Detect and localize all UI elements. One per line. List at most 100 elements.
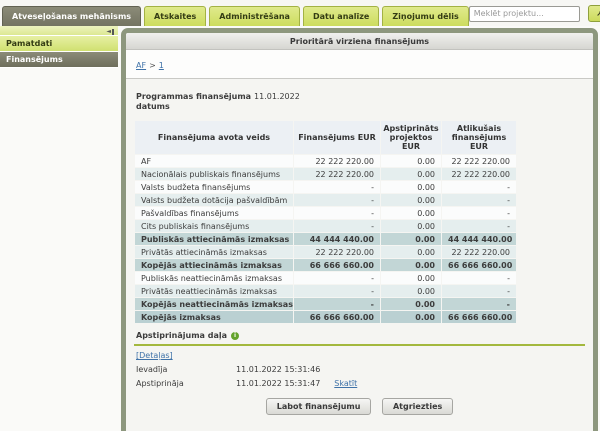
col-header-remaining: Atlikušais finansējums EUR xyxy=(442,121,516,154)
approved-by-row: Apstiprināja 11.01.2022 15:31:47 Skatīt xyxy=(136,379,585,388)
sidebar: ◄ Pamatdati Finansējums xyxy=(0,26,118,68)
table-row: Cits publiskais finansējums-0.00- xyxy=(135,220,516,232)
table-subtotal-row: Publiskās attiecināmās izmaksas 44 444 44… xyxy=(135,233,516,245)
cell-approved: 0.00 xyxy=(381,220,441,232)
table-row: Privātās attiecināmās izmaksas22 222 220… xyxy=(135,246,516,258)
topbar-right-group: Palīdzība (admin) xyxy=(469,5,600,26)
cell-financing: - xyxy=(294,194,380,206)
cell-financing: - xyxy=(294,220,380,232)
col-header-approved: Apstiprināts projektos EUR xyxy=(381,121,441,154)
sidebar-header: ◄ xyxy=(0,26,118,36)
row-label: AF xyxy=(135,155,293,167)
table-header-row: Finansējuma avota veids Finansējums EUR … xyxy=(135,121,516,154)
row-label: Privātās attiecināmās izmaksas xyxy=(135,246,293,258)
content-area: ◄ Pamatdati Finansējums Prioritārā virzi… xyxy=(0,26,600,431)
cell-remaining: - xyxy=(442,220,516,232)
cell-approved: 0.00 xyxy=(381,233,441,245)
edit-financing-button[interactable]: Labot finansējumu xyxy=(266,398,372,415)
row-label: Publiskās attiecināmās izmaksas xyxy=(135,233,293,245)
section-divider xyxy=(134,344,585,346)
table-row: Valsts budžeta finansējums-0.00- xyxy=(135,181,516,193)
row-label: Privātās neattiecināmās izmaksas xyxy=(135,285,293,297)
page-title: Prioritārā virziena finansējums xyxy=(126,33,593,50)
row-label: Kopējās neattiecināmās izmaksas xyxy=(135,298,293,310)
main-menu-tabs: Atveseļošanas mehānisms Atskaites Admini… xyxy=(2,6,469,26)
tab-zinojumu-delis[interactable]: Ziņojumu dēlis xyxy=(382,6,468,26)
row-label: Valsts budžeta dotācija pašvaldībām xyxy=(135,194,293,206)
approval-section-title: Apstiprinājuma daļa i xyxy=(136,331,585,340)
back-button[interactable]: Atgriezties xyxy=(382,398,453,415)
cell-remaining: 22 222 220.00 xyxy=(442,246,516,258)
col-header-source: Finansējuma avota veids xyxy=(135,121,293,154)
table-row: AF22 222 220.000.0022 222 220.00 xyxy=(135,155,516,167)
row-label: Valsts budžeta finansējums xyxy=(135,181,293,193)
breadcrumb-separator: > xyxy=(149,61,156,70)
financing-table: Finansējuma avota veids Finansējums EUR … xyxy=(134,120,517,324)
info-icon[interactable]: i xyxy=(231,332,239,340)
cell-financing: 22 222 220.00 xyxy=(294,168,380,180)
table-subtotal-row: Kopējās attiecināmās izmaksas66 666 660.… xyxy=(135,259,516,271)
col-header-financing: Finansējums EUR xyxy=(294,121,380,154)
program-date-row: Programmas finansējuma datums 11.01.2022 xyxy=(136,92,585,112)
cell-financing: - xyxy=(294,207,380,219)
tab-atveselosanas-mehanisms[interactable]: Atveseļošanas mehānisms xyxy=(2,6,141,26)
cell-approved: 0.00 xyxy=(381,272,441,284)
cell-financing: 22 222 220.00 xyxy=(294,155,380,167)
program-date-label: Programmas finansējuma datums xyxy=(136,92,254,112)
cell-financing: 22 222 220.00 xyxy=(294,246,380,258)
cell-financing: - xyxy=(294,181,380,193)
cell-approved: 0.00 xyxy=(381,298,441,310)
tab-atskaites[interactable]: Atskaites xyxy=(144,6,206,26)
help-button[interactable]: Palīdzība (admin) xyxy=(588,5,600,22)
breadcrumb: AF>1 xyxy=(126,50,593,79)
cell-approved: 0.00 xyxy=(381,155,441,167)
cell-remaining: - xyxy=(442,298,516,310)
cell-approved: 0.00 xyxy=(381,168,441,180)
entered-by-label: Ievadīja xyxy=(136,365,236,374)
app-window: Atveseļošanas mehānisms Atskaites Admini… xyxy=(0,0,600,431)
tab-administresana[interactable]: Administrēšana xyxy=(209,6,300,26)
bottom-buttons: Labot finansējumu Atgriezties xyxy=(134,398,585,415)
cell-approved: 0.00 xyxy=(381,259,441,271)
cell-approved: 0.00 xyxy=(381,285,441,297)
row-label: Kopējās attiecināmās izmaksas xyxy=(135,259,293,271)
row-label: Publiskās neattiecināmās izmaksas xyxy=(135,272,293,284)
cell-remaining: 44 444 440.00 xyxy=(442,233,516,245)
main-panel: Prioritārā virziena finansējums AF>1 Pro… xyxy=(121,28,598,431)
cell-financing: - xyxy=(294,285,380,297)
cell-remaining: 22 222 220.00 xyxy=(442,155,516,167)
table-subtotal-row: Kopējās neattiecināmās izmaksas-0.00- xyxy=(135,298,516,310)
table-row: Nacionālais publiskais finansējums22 222… xyxy=(135,168,516,180)
program-date-value: 11.01.2022 xyxy=(254,92,300,112)
cell-financing: 66 666 660.00 xyxy=(294,259,380,271)
cell-remaining: 66 666 660.00 xyxy=(442,311,516,323)
cell-remaining: - xyxy=(442,272,516,284)
breadcrumb-link-af[interactable]: AF xyxy=(136,61,146,70)
cell-financing: 66 666 660.00 xyxy=(294,311,380,323)
search-input[interactable] xyxy=(469,6,580,22)
row-label: Cits publiskais finansējums xyxy=(135,220,293,232)
collapse-sidebar-icon[interactable]: ◄ xyxy=(106,29,114,35)
panel-body: Programmas finansējuma datums 11.01.2022… xyxy=(126,92,593,415)
cell-approved: 0.00 xyxy=(381,311,441,323)
table-row: Publiskās neattiecināmās izmaksas-0.00- xyxy=(135,272,516,284)
sidebar-item-pamatdati[interactable]: Pamatdati xyxy=(0,36,118,52)
details-link[interactable]: [Detaļas] xyxy=(136,351,173,360)
sidebar-item-finansejums[interactable]: Finansējums xyxy=(0,52,118,68)
approved-by-label: Apstiprināja xyxy=(136,379,236,388)
breadcrumb-link-current[interactable]: 1 xyxy=(159,61,164,70)
cell-remaining: 66 666 660.00 xyxy=(442,259,516,271)
tab-datu-analize[interactable]: Datu analīze xyxy=(303,6,379,26)
approved-by-value: 11.01.2022 15:31:47 xyxy=(236,379,320,388)
row-label: Nacionālais publiskais finansējums xyxy=(135,168,293,180)
entered-by-row: Ievadīja 11.01.2022 15:31:46 xyxy=(136,365,585,374)
view-link[interactable]: Skatīt xyxy=(334,379,357,388)
cell-financing: - xyxy=(294,298,380,310)
entered-by-value: 11.01.2022 15:31:46 xyxy=(236,365,320,374)
cell-approved: 0.00 xyxy=(381,194,441,206)
cell-approved: 0.00 xyxy=(381,181,441,193)
table-row: Valsts budžeta dotācija pašvaldībām-0.00… xyxy=(135,194,516,206)
cell-remaining: - xyxy=(442,207,516,219)
approval-title-text: Apstiprinājuma daļa xyxy=(136,331,227,340)
table-row: Privātās neattiecināmās izmaksas-0.00- xyxy=(135,285,516,297)
